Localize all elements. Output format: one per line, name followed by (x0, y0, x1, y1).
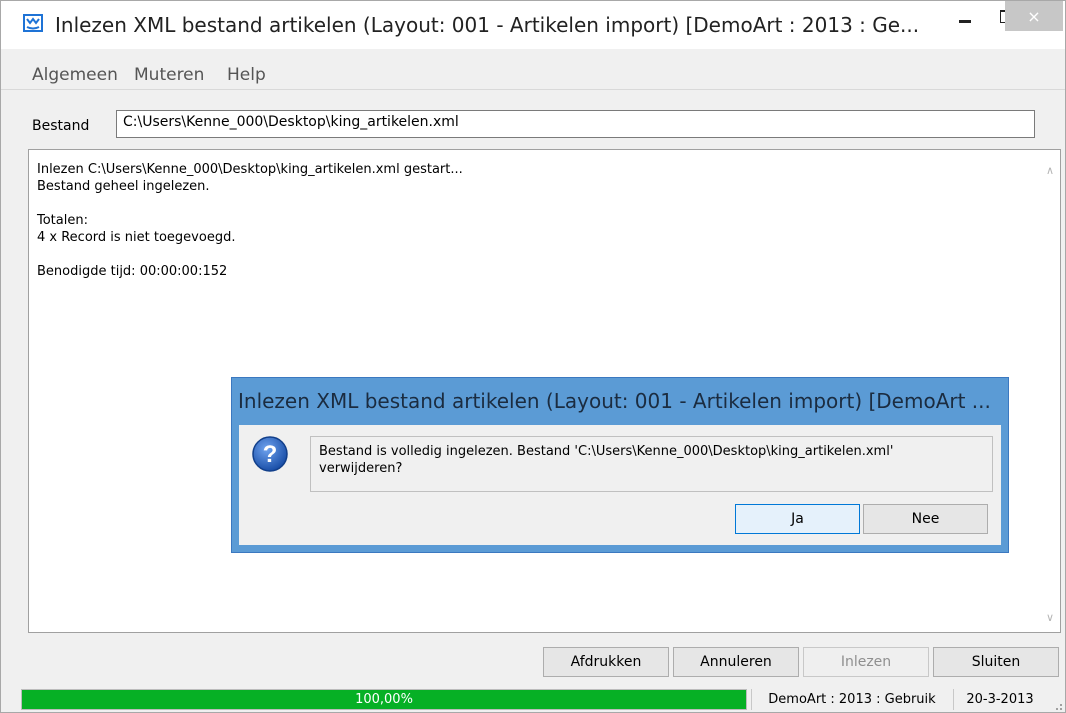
scroll-down-arrow-icon[interactable]: ∨ (1046, 611, 1054, 624)
no-button[interactable]: Nee (863, 504, 988, 534)
question-icon: ? (252, 436, 288, 472)
close-button[interactable]: × (1005, 1, 1063, 31)
minimize-button[interactable] (943, 1, 987, 31)
status-date: 20-3-2013 (953, 689, 1046, 710)
afdrukken-button[interactable]: Afdrukken (543, 647, 669, 677)
dialog-body: ? Bestand is volledig ingelezen. Bestand… (239, 425, 1001, 545)
resize-grip-icon[interactable] (1051, 699, 1063, 711)
menu-muteren[interactable]: Muteren (134, 65, 204, 85)
status-administration: DemoArt : 2013 : Gebruik (751, 689, 952, 710)
progress-text: 100,00% (355, 692, 413, 707)
menu-bar: Algemeen Muteren Help (1, 63, 1065, 90)
yes-button[interactable]: Ja (735, 504, 860, 534)
inlezen-button[interactable]: Inlezen (803, 647, 929, 677)
annuleren-button[interactable]: Annuleren (673, 647, 799, 677)
dialog-message-line2: verwijderen? (319, 461, 403, 476)
dialog-title: Inlezen XML bestand artikelen (Layout: 0… (238, 389, 991, 413)
title-bar: Inlezen XML bestand artikelen (Layout: 0… (1, 1, 1065, 49)
bestand-input[interactable]: C:\Users\Kenne_000\Desktop\king_artikele… (116, 110, 1035, 138)
dialog-message: Bestand is volledig ingelezen. Bestand '… (319, 443, 979, 477)
confirm-dialog: Inlezen XML bestand artikelen (Layout: 0… (231, 377, 1009, 553)
menu-help[interactable]: Help (227, 65, 266, 85)
minimize-icon (959, 19, 971, 23)
log-line: Bestand geheel ingelezen. (37, 179, 210, 194)
window-title: Inlezen XML bestand artikelen (Layout: 0… (55, 13, 920, 37)
svg-text:?: ? (263, 441, 278, 468)
dialog-message-line1: Bestand is volledig ingelezen. Bestand '… (319, 444, 894, 459)
progress-bar: 100,00% (21, 689, 747, 710)
scroll-up-arrow-icon[interactable]: ∧ (1046, 164, 1054, 177)
log-line: Benodigde tijd: 00:00:00:152 (37, 264, 228, 279)
log-line: Totalen: (37, 213, 88, 228)
bestand-label: Bestand (32, 118, 90, 134)
dialog-message-box: Bestand is volledig ingelezen. Bestand '… (310, 436, 993, 492)
app-icon (23, 14, 43, 32)
sluiten-button[interactable]: Sluiten (933, 647, 1059, 677)
log-line: 4 x Record is niet toegevoegd. (37, 230, 236, 245)
menu-algemeen[interactable]: Algemeen (32, 65, 118, 85)
close-icon: × (1027, 6, 1041, 26)
log-line: Inlezen C:\Users\Kenne_000\Desktop\king_… (37, 162, 463, 177)
main-window: Inlezen XML bestand artikelen (Layout: 0… (0, 0, 1066, 713)
